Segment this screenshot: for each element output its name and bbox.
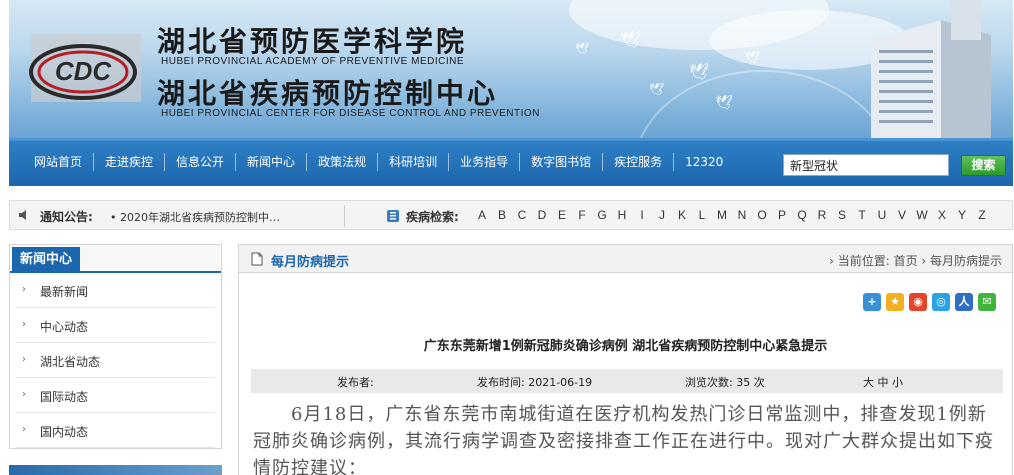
nav-item-hotline[interactable]: 12320 (674, 153, 734, 171)
dove-icon: 🕊 (621, 30, 642, 49)
publisher-label: 发布者: (337, 376, 374, 389)
chevron-right-icon: › (22, 284, 26, 295)
chevron-right-icon: › (22, 389, 26, 400)
letter-n[interactable]: N (732, 208, 752, 222)
chevron-right-icon: › (22, 319, 26, 330)
sidebar-item-label: 中心动态 (40, 320, 89, 334)
letter-g[interactable]: G (592, 208, 612, 222)
title-cdc: 湖北省疾病预防控制中心 (157, 77, 499, 110)
letter-k[interactable]: K (672, 208, 692, 222)
nav-item-news[interactable]: 新闻中心 (236, 153, 308, 171)
letter-t[interactable]: T (852, 208, 872, 222)
search-button[interactable]: 搜索 (961, 155, 1006, 176)
divider (344, 205, 345, 227)
sidebar-item-center-news[interactable]: › 中心动态 (16, 308, 215, 343)
sidebar: 新闻中心 › 最新新闻 › 中心动态 › 湖北省动态 › 国际动态 › 国内动态 (9, 244, 222, 449)
sidebar-item-latest-news[interactable]: › 最新新闻 (16, 273, 215, 308)
sidebar-item-label: 国际动态 (40, 390, 89, 404)
breadcrumb[interactable]: › 当前位置: 首页 › 每月防病提示 (829, 252, 1002, 269)
dove-icon: 🕊 (575, 42, 589, 55)
article-meta: 发布者: 发布时间: 2021-06-19 浏览次数: 35 次 大 中 小 (251, 369, 1003, 393)
share-wechat-icon[interactable]: ✉ (978, 293, 996, 311)
letter-c[interactable]: C (512, 208, 532, 222)
sidebar-banner-image[interactable] (9, 465, 222, 475)
sidebar-item-label: 湖北省动态 (40, 355, 101, 369)
notice-bar: 通知公告: • 2020年湖北省疾病预防控制中… 疾病检索: ABCDEFGHI… (9, 200, 1013, 230)
sidebar-item-hubei-news[interactable]: › 湖北省动态 (16, 343, 215, 378)
chevron-right-icon: › (22, 424, 26, 435)
title-cdc-en: HUBEI PROVINCIAL CENTER FOR DISEASE CONT… (161, 108, 540, 119)
notice-link[interactable]: • 2020年湖北省疾病预防控制中… (110, 209, 280, 225)
section-title: 每月防病提示 (271, 255, 350, 270)
disease-search-label: 疾病检索: (406, 210, 459, 224)
letter-z[interactable]: Z (972, 208, 992, 222)
dove-icon: 🕊 (715, 95, 733, 111)
disease-search-icon (387, 210, 399, 222)
letter-b[interactable]: B (492, 208, 512, 222)
speaker-icon (19, 210, 26, 220)
nav-item-policy[interactable]: 政策法规 (307, 153, 379, 171)
letter-p[interactable]: P (772, 208, 792, 222)
letter-e[interactable]: E (552, 208, 572, 222)
sidebar-item-domestic-news[interactable]: › 国内动态 (16, 413, 215, 448)
view-count: 浏览次数: 35 次 (685, 376, 765, 389)
dove-icon: 🕊 (745, 50, 761, 64)
letter-j[interactable]: J (652, 208, 672, 222)
nav-item-guidance[interactable]: 业务指导 (449, 153, 521, 171)
share-weibo-icon[interactable]: ◉ (909, 293, 927, 311)
letter-w[interactable]: W (912, 208, 932, 222)
nav-item-services[interactable]: 疾控服务 (603, 153, 675, 171)
sidebar-title: 新闻中心 (12, 247, 81, 273)
letter-h[interactable]: H (612, 208, 632, 222)
nav-item-home[interactable]: 网站首页 (23, 153, 95, 171)
sidebar-item-label: 最新新闻 (40, 285, 89, 299)
logo-text: CDC (55, 56, 113, 86)
nav-item-disclosure[interactable]: 信息公开 (165, 153, 237, 171)
letter-d[interactable]: D (532, 208, 552, 222)
letter-q[interactable]: Q (792, 208, 812, 222)
main-nav: 网站首页 走进疾控 信息公开 新闻中心 政策法规 科研培训 业务指导 数字图书馆… (9, 138, 1013, 186)
document-icon (251, 252, 263, 266)
letter-s[interactable]: S (832, 208, 852, 222)
letter-a[interactable]: A (472, 208, 492, 222)
share-plus-icon[interactable]: + (863, 293, 881, 311)
share-bar: + ★ ◉ ◎ 人 ✉ (863, 293, 996, 311)
building-illustration (871, 0, 991, 138)
search-input[interactable] (783, 154, 949, 176)
letter-i[interactable]: I (632, 208, 652, 222)
letter-x[interactable]: X (932, 208, 952, 222)
page: 🕊 🕊 🕊 🕊 🕊 🕊 CDC 湖北省预防医学科学院 HUBEI PROVINC… (0, 0, 1014, 475)
article-title: 广东东莞新增1例新冠肺炎确诊病例 湖北省疾病预防控制中心紧急提示 (423, 339, 828, 354)
letter-m[interactable]: M (712, 208, 732, 222)
letter-y[interactable]: Y (952, 208, 972, 222)
dove-icon: 🕊 (689, 62, 710, 81)
nav-item-research[interactable]: 科研培训 (378, 153, 450, 171)
nav-item-library[interactable]: 数字图书馆 (520, 153, 604, 171)
letter-r[interactable]: R (812, 208, 832, 222)
share-qzone-icon[interactable]: ★ (886, 293, 904, 311)
article-body: 6月18日，广东省东莞市南城街道在医疗机构发热门诊日常监测中，排查发现1例新冠肺… (253, 404, 994, 475)
main-panel: 每月防病提示 › 当前位置: 首页 › 每月防病提示 + ★ ◉ ◎ 人 ✉ 广… (238, 244, 1013, 475)
nav-item-about[interactable]: 走进疾控 (94, 153, 166, 171)
publish-time: 发布时间: 2021-06-19 (477, 376, 593, 389)
sidebar-item-label: 国内动态 (40, 425, 89, 439)
letter-index: ABCDEFGHIJKLMNOPQRSTUVWXYZ (472, 208, 992, 222)
title-academy: 湖北省预防医学科学院 (157, 25, 468, 58)
letter-l[interactable]: L (692, 208, 712, 222)
dove-icon: 🕊 (649, 82, 665, 96)
chevron-right-icon: › (22, 354, 26, 365)
sidebar-item-international-news[interactable]: › 国际动态 (16, 378, 215, 413)
letter-o[interactable]: O (752, 208, 772, 222)
notice-label: 通知公告: (40, 210, 93, 224)
title-academy-en: HUBEI PROVINCIAL ACADEMY OF PREVENTIVE M… (161, 56, 465, 67)
letter-u[interactable]: U (872, 208, 892, 222)
share-renren-icon[interactable]: 人 (955, 293, 973, 311)
letter-f[interactable]: F (572, 208, 592, 222)
cdc-logo[interactable]: CDC (23, 28, 149, 110)
share-tencent-icon[interactable]: ◎ (932, 293, 950, 311)
font-size-switch[interactable]: 大 中 小 (863, 374, 903, 390)
letter-v[interactable]: V (892, 208, 912, 222)
header-banner: 🕊 🕊 🕊 🕊 🕊 🕊 CDC 湖北省预防医学科学院 HUBEI PROVINC… (9, 0, 1013, 138)
